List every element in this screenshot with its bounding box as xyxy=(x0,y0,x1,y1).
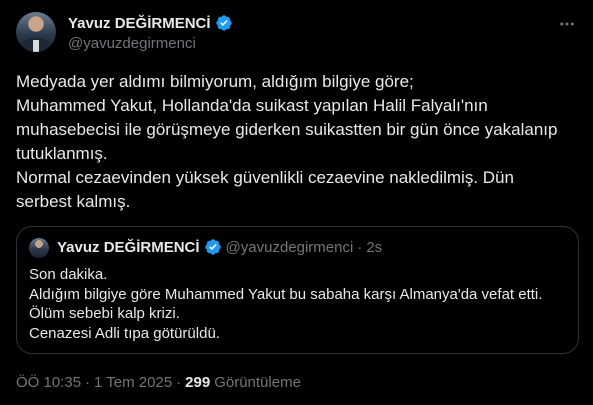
tweet-line: Medyada yer aldımı bilmiyorum, aldığım b… xyxy=(16,72,414,91)
tweet-time[interactable]: ÖÖ 10:35 xyxy=(16,374,81,391)
meta-separator: · xyxy=(176,374,182,391)
quoted-header: Yavuz DEĞİRMENCİ @yavuzdegirmenci · 2s xyxy=(57,238,382,256)
tweet-line: serbest kalmış. xyxy=(16,192,131,211)
quoted-line: Son dakika. xyxy=(29,266,108,283)
quoted-line: Ölüm sebebi kalp krizi. xyxy=(29,305,180,322)
tweet-date[interactable]: 1 Tem 2025 xyxy=(94,374,172,391)
more-dots-glyph xyxy=(560,22,574,26)
tweet-line: muhasebecisi ile görüşmeye giderken suik… xyxy=(16,120,558,139)
quoted-tweet[interactable]: Yavuz DEĞİRMENCİ @yavuzdegirmenci · 2s S… xyxy=(16,226,579,354)
quoted-line: Aldığım bilgiye göre Muhammed Yakut bu s… xyxy=(29,285,543,303)
tweet-text: Medyada yer aldımı bilmiyorum, aldığım b… xyxy=(16,70,581,214)
quoted-avatar[interactable] xyxy=(29,238,49,258)
quoted-separator: · xyxy=(357,238,363,256)
avatar-shirt xyxy=(33,40,39,52)
meta-separator: · xyxy=(85,374,91,391)
quoted-text: Son dakika. Aldığım bilgiye göre Muhamme… xyxy=(29,265,542,343)
author-name-row: Yavuz DEĞİRMENCİ xyxy=(68,14,233,32)
tweet-meta: ÖÖ 10:35 · 1 Tem 2025 · 299 Görüntüleme xyxy=(16,374,301,391)
quoted-timestamp[interactable]: 2s xyxy=(366,239,382,256)
tweet-line: tutuklanmış. xyxy=(16,144,108,163)
quoted-author-handle[interactable]: @yavuzdegirmenci xyxy=(226,239,354,256)
quoted-line: Cenazesi Adli tıpa götürüldü. xyxy=(29,324,220,342)
author-name[interactable]: Yavuz DEĞİRMENCİ xyxy=(68,15,211,32)
verified-badge-icon xyxy=(204,239,221,255)
quoted-author-name[interactable]: Yavuz DEĞİRMENCİ xyxy=(57,239,200,256)
author-handle[interactable]: @yavuzdegirmenci xyxy=(68,35,196,52)
tweet-line: Muhammed Yakut, Hollanda'da suikast yapı… xyxy=(16,96,488,115)
tweet-header: Yavuz DEĞİRMENCİ @yavuzdegirmenci xyxy=(16,12,579,56)
views-label: Görüntüleme xyxy=(214,374,301,391)
views-count: 299 xyxy=(185,374,211,391)
tweet-line: Normal cezaevinden yüksek güvenlikli cez… xyxy=(16,168,514,187)
avatar[interactable] xyxy=(16,12,56,52)
more-horizontal-icon[interactable] xyxy=(555,14,579,34)
verified-badge-icon xyxy=(215,15,232,31)
